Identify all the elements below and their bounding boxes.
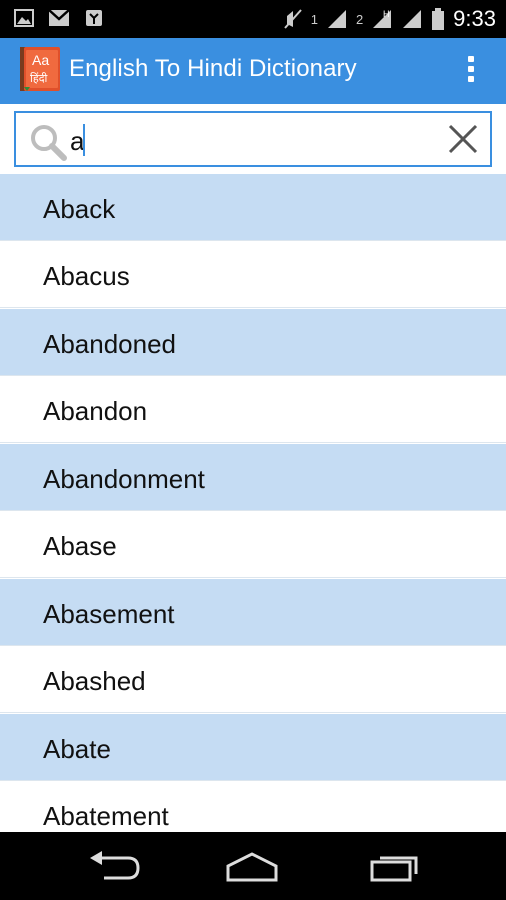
list-item[interactable]: Abandon xyxy=(0,376,506,443)
sim2-label: 2 xyxy=(355,11,364,27)
list-item[interactable]: Aback xyxy=(0,174,506,241)
status-bar: 1 2 H 9:33 xyxy=(0,0,506,38)
search-input[interactable] xyxy=(70,122,430,160)
wifi-icon xyxy=(403,10,422,28)
app-title: English To Hindi Dictionary xyxy=(69,55,357,82)
list-item[interactable]: Abandoned xyxy=(0,309,506,376)
recent-apps-icon[interactable] xyxy=(366,848,426,884)
gmail-icon xyxy=(48,9,70,26)
text-cursor xyxy=(83,124,85,156)
list-item[interactable]: Abase xyxy=(0,511,506,578)
overflow-dot-icon xyxy=(468,66,474,72)
word-list: Aback Abacus Abandoned Abandon Abandonme… xyxy=(0,174,506,832)
list-item[interactable]: Abatement xyxy=(0,781,506,832)
home-icon[interactable] xyxy=(222,848,282,884)
battery-icon xyxy=(432,8,445,30)
word-label: Abandoned xyxy=(43,329,177,359)
word-label: Abandon xyxy=(43,396,148,426)
word-label: Aback xyxy=(43,194,116,224)
signal-icon: H xyxy=(373,9,392,28)
search-icon xyxy=(31,125,67,161)
word-label: Abandonment xyxy=(43,464,205,494)
word-label: Abashed xyxy=(43,666,146,696)
image-icon xyxy=(14,9,34,27)
list-item[interactable]: Abashed xyxy=(0,646,506,713)
overflow-dot-icon xyxy=(468,56,474,62)
svg-text:H: H xyxy=(383,9,390,19)
list-item[interactable]: Abasement xyxy=(0,579,506,646)
app-icon-text-top: Aa xyxy=(32,52,49,68)
list-item[interactable]: Abate xyxy=(0,714,506,781)
sim1-label: 1 xyxy=(310,11,318,27)
word-label: Abasement xyxy=(43,599,175,629)
back-icon[interactable] xyxy=(84,848,144,884)
clock: 9:33 xyxy=(453,6,496,31)
dictionary-app-icon: Aa हिंदी xyxy=(20,47,60,91)
word-label: Abate xyxy=(43,734,111,764)
usb-debug-icon xyxy=(86,10,102,26)
list-item[interactable]: Abacus xyxy=(0,241,506,308)
word-label: Abatement xyxy=(43,801,169,831)
navigation-bar xyxy=(0,832,506,900)
overflow-menu-button[interactable] xyxy=(466,56,476,86)
list-item[interactable]: Abandonment xyxy=(0,444,506,511)
word-label: Abacus xyxy=(43,261,130,291)
signal-icon xyxy=(327,10,346,28)
mute-icon xyxy=(283,9,302,29)
clear-search-icon[interactable] xyxy=(446,122,480,156)
app-icon-text-bottom: हिंदी xyxy=(30,72,48,85)
overflow-dot-icon xyxy=(468,76,474,82)
word-label: Abase xyxy=(43,531,117,561)
